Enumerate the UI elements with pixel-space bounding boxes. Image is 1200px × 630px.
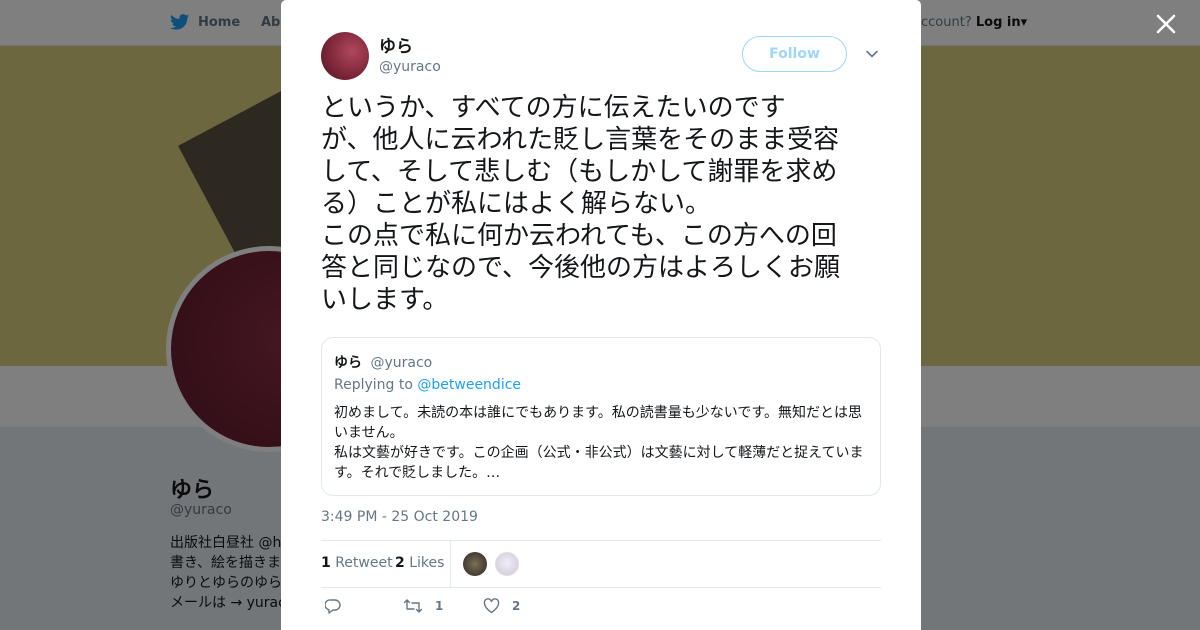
follow-button[interactable]: Follow xyxy=(742,36,847,72)
quoted-author-handle: @yuraco xyxy=(370,355,433,371)
tweet-actions: 1 2 xyxy=(321,598,881,622)
quoted-text: 初めまして。未読の本は誰にでもあります。私の読書量も少ないです。無知だとは思 い… xyxy=(334,405,864,481)
quoted-tweet[interactable]: ゆら @yuraco Replying to @betweendice 初めまし… xyxy=(321,337,881,496)
reply-button[interactable] xyxy=(325,598,341,614)
like-action-count: 2 xyxy=(512,599,521,613)
liker-avatar[interactable] xyxy=(463,552,487,576)
replying-prefix: Replying to xyxy=(334,377,413,393)
heart-icon xyxy=(483,598,500,614)
author-name[interactable]: ゆら xyxy=(379,36,441,58)
tweet-stats: 1 Retweet 2 Likes xyxy=(321,540,881,588)
like-button[interactable]: 2 xyxy=(483,598,520,614)
retweet-button[interactable]: 1 xyxy=(403,598,443,614)
author-handle[interactable]: @yuraco xyxy=(379,58,441,76)
tweet-timestamp[interactable]: 3:49 PM - 25 Oct 2019 xyxy=(321,509,478,525)
liker-avatar[interactable] xyxy=(495,552,519,576)
quoted-author: ゆら @yuraco xyxy=(334,352,432,372)
likes-label: Likes xyxy=(409,555,445,571)
replying-to-link[interactable]: @betweendice xyxy=(417,377,521,393)
reply-icon xyxy=(325,599,341,614)
likes-stat[interactable]: 2 Likes xyxy=(395,555,444,571)
quoted-author-name: ゆら xyxy=(334,355,362,371)
retweets-stat[interactable]: 1 Retweet xyxy=(321,555,393,571)
tweet-text: というか、すべての方に伝えたいのです が、他人に云われた貶し言葉をそのまま受容 … xyxy=(321,93,840,315)
tweet-author: ゆら @yuraco xyxy=(321,32,441,80)
chevron-down-icon[interactable] xyxy=(865,47,879,61)
likes-count: 2 xyxy=(395,555,405,571)
retweets-label: Retweet xyxy=(335,555,393,571)
author-avatar[interactable] xyxy=(321,32,369,80)
tweet-modal: ゆら @yuraco Follow というか、すべての方に伝えたいのです が、他… xyxy=(281,0,921,630)
retweet-icon xyxy=(403,599,423,613)
close-icon[interactable] xyxy=(1154,12,1178,36)
stats-divider xyxy=(450,541,451,588)
retweet-action-count: 1 xyxy=(435,599,444,613)
retweets-count: 1 xyxy=(321,555,331,571)
quoted-replying-to: Replying to @betweendice xyxy=(334,377,521,393)
